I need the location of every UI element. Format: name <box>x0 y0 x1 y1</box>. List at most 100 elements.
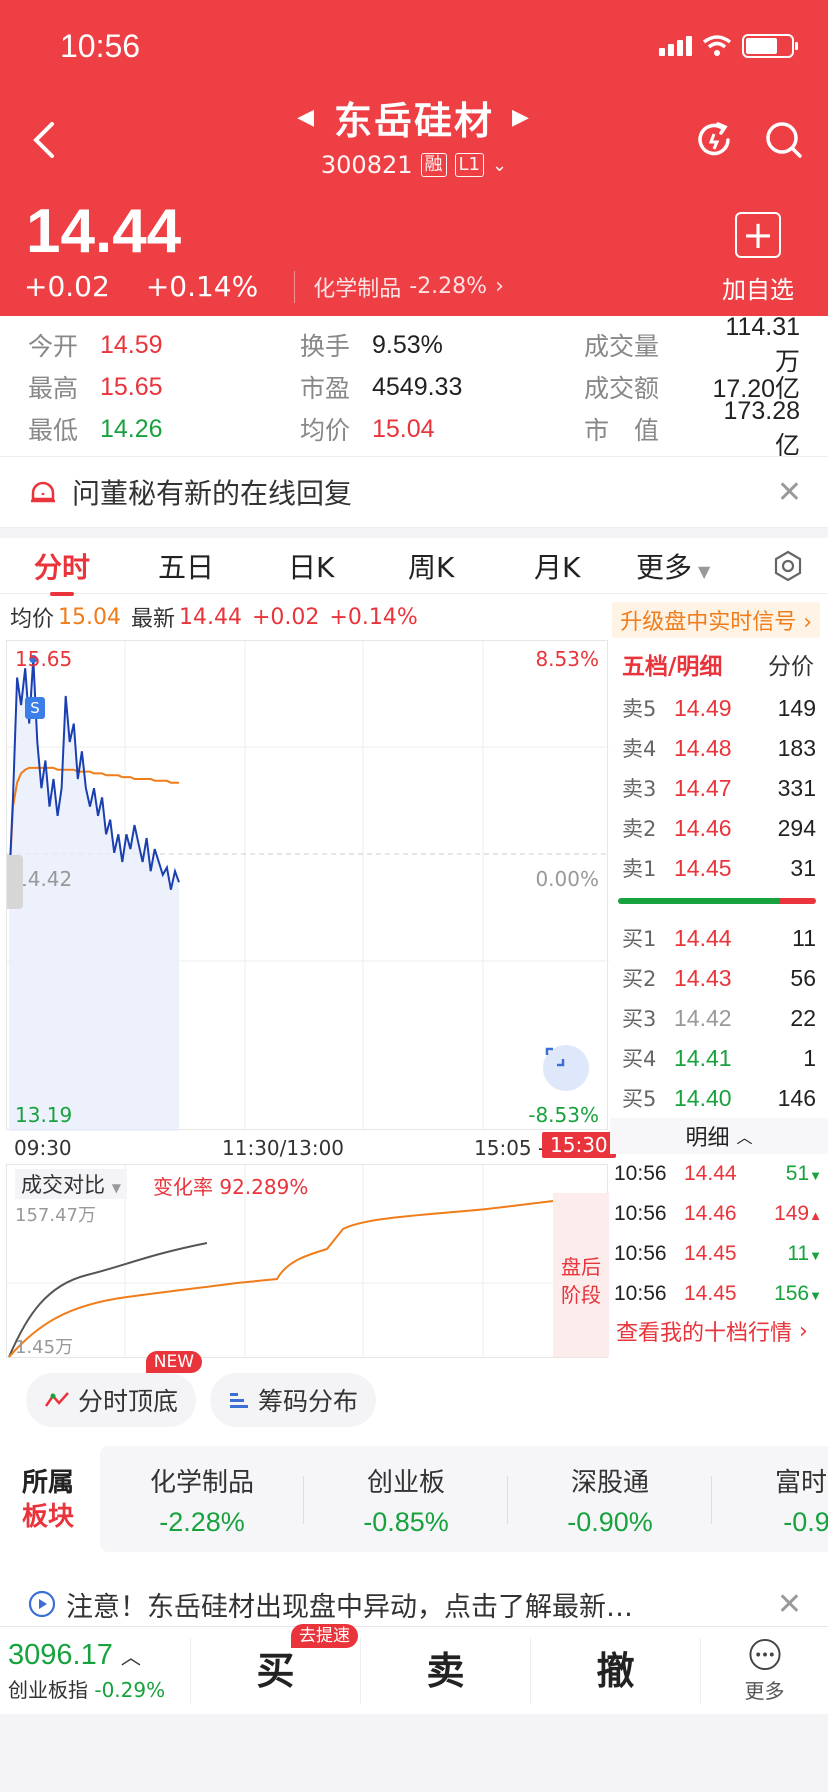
tick-qty: 156▼ <box>760 1282 822 1306</box>
tab-weekly-k[interactable]: 周K <box>408 546 454 586</box>
status-icons <box>659 34 798 58</box>
tick-qty-value: 51 <box>785 1162 810 1185</box>
industry-link[interactable]: 化学制品 -2.28% › <box>294 270 504 303</box>
bid-level-row[interactable]: 买1 14.44 11 <box>610 918 828 958</box>
change-row: +0.02 +0.14% 化学制品 -2.28% › <box>24 270 504 303</box>
expand-icon[interactable] <box>543 1045 589 1091</box>
sector-pct: -0.85% <box>363 1507 449 1537</box>
index-value: 3096.17 <box>8 1638 113 1671</box>
tab-more-label: 更多 <box>636 551 693 584</box>
play-icon <box>28 1590 56 1618</box>
stat-label: 成交额 <box>584 374 660 403</box>
chevron-down-icon[interactable]: ⌄ <box>492 155 507 176</box>
book-tab-five-level[interactable]: 五档/明细 <box>622 647 722 681</box>
volume-selector[interactable]: 成交对比 ▼ <box>15 1169 127 1199</box>
book-tab-price[interactable]: 分价 <box>768 647 814 681</box>
signal-marker[interactable]: S <box>25 697 45 719</box>
industry-pct: -2.28% <box>409 274 488 299</box>
stock-title[interactable]: ◀ 东岳硅材 ▶ <box>297 90 531 145</box>
anomaly-notice[interactable]: 注意！东岳硅材出现盘中异动，点击了解最新… ✕ <box>0 1576 828 1632</box>
index-ticker[interactable]: 3096.17 ︿ 创业板指 -0.29% <box>0 1639 190 1703</box>
sector-item[interactable]: 富时罗 -0.93 <box>712 1446 828 1552</box>
close-icon[interactable]: ✕ <box>777 475 802 510</box>
tab-monthly-k[interactable]: 月K <box>534 546 580 586</box>
chevron-right-icon: › <box>495 274 504 299</box>
level-label: 卖4 <box>622 737 657 761</box>
level-label: 买3 <box>622 1007 657 1031</box>
intraday-top-bottom-button[interactable]: 分时顶底 NEW <box>26 1351 203 1427</box>
tools-row: 分时顶底 NEW 筹码分布 <box>0 1351 828 1440</box>
settings-icon[interactable] <box>772 550 804 582</box>
secretary-reply-notice[interactable]: 问董秘有新的在线回复 ✕ <box>0 456 828 528</box>
ask-level-row[interactable]: 卖3 14.47 331 <box>610 768 828 808</box>
arrow-down-icon: ▼ <box>809 1288 822 1303</box>
tab-more[interactable]: 更多 ▼ <box>636 546 710 586</box>
upgrade-signal-button[interactable]: 升级盘中实时信号 › <box>612 602 820 638</box>
stock-code-row[interactable]: 300821 融 L1 ⌄ <box>321 151 507 179</box>
level-price: 14.47 <box>674 774 732 801</box>
speed-badge: 去提速 <box>291 1623 358 1648</box>
arrow-down-icon: ▼ <box>809 1168 822 1183</box>
bid-level-row[interactable]: 买5 14.40 146 <box>610 1078 828 1118</box>
trade-tick-row: 10:56 14.45 11▼ <box>610 1234 828 1274</box>
tab-five-day[interactable]: 五日 <box>158 546 214 586</box>
last-label: 最新 <box>131 607 176 632</box>
upgrade-label: 升级盘中实时信号 <box>620 610 797 635</box>
sector-name: 创业板 <box>366 1468 445 1498</box>
tab-daily-k[interactable]: 日K <box>288 546 334 586</box>
sector-list: 化学制品 -2.28% 创业板 -0.85% 深股通 -0.90% 富时罗 -0.93 <box>100 1446 828 1552</box>
sector-item[interactable]: 创业板 -0.85% <box>304 1446 508 1552</box>
sell-button[interactable]: 卖 <box>360 1637 530 1704</box>
buy-sell-ratio-bar <box>618 898 816 904</box>
sector-item[interactable]: 深股通 -0.90% <box>508 1446 712 1552</box>
stats-panel[interactable]: 今开 14.59 换手 9.53% 成交量 114.31万 最高 15.65 市… <box>0 313 828 460</box>
bell-icon <box>31 481 55 503</box>
bid-level-row[interactable]: 买4 14.41 1 <box>610 1038 828 1078</box>
level-qty: 22 <box>790 1004 816 1031</box>
arrow-down-icon: ▼ <box>809 1248 822 1263</box>
bid-level-row[interactable]: 买3 14.42 22 <box>610 998 828 1038</box>
sector-name: 深股通 <box>570 1468 649 1498</box>
cancel-order-button[interactable]: 撤 <box>530 1637 700 1704</box>
close-icon[interactable]: ✕ <box>777 1587 802 1622</box>
stock-code: 300821 <box>320 151 413 179</box>
ask-level-row[interactable]: 卖1 14.45 31 <box>610 848 828 888</box>
bid-level-row[interactable]: 买2 14.43 56 <box>610 958 828 998</box>
trade-tick-row: 10:56 14.46 149▲ <box>610 1194 828 1234</box>
stat-turnover: 9.53% <box>372 330 443 359</box>
sector-name: 富时罗 <box>774 1468 828 1498</box>
tick-time: 10:56 <box>614 1242 667 1265</box>
notice-text: 问董秘有新的在线回复 <box>72 477 353 510</box>
level-price: 14.45 <box>674 854 732 881</box>
buy-button[interactable]: 买 去提速 <box>190 1623 360 1704</box>
more-button[interactable]: 更多 <box>700 1637 828 1704</box>
add-favorite-label: 加自选 <box>722 276 794 304</box>
avg-label: 均价 <box>10 607 55 632</box>
industry-name: 化学制品 <box>313 276 402 302</box>
tick-time: 10:56 <box>614 1202 667 1225</box>
detail-header[interactable]: 明细 ︿ <box>610 1118 828 1154</box>
ask-level-row[interactable]: 卖4 14.48 183 <box>610 728 828 768</box>
tick-qty-value: 11 <box>787 1242 810 1265</box>
stock-name: 东岳硅材 <box>333 99 494 143</box>
prev-stock-icon[interactable]: ◀ <box>297 105 316 130</box>
tab-intraday[interactable]: 分时 <box>34 546 90 596</box>
refresh-icon[interactable] <box>692 118 736 162</box>
see-ten-levels-link[interactable]: 查看我的十档行情 › <box>610 1314 828 1348</box>
intraday-chart[interactable]: 15.65 14.42 13.19 8.53% 0.00% -8.53% S <box>6 640 609 1131</box>
search-icon[interactable] <box>762 118 806 162</box>
y-max-label: 15.65 <box>15 647 73 671</box>
volume-compare-chart[interactable]: 成交对比 ▼ 变化率 92.289% 157.47万 1.45万 盘后阶段 <box>6 1164 609 1359</box>
ask-level-row[interactable]: 卖5 14.49 149 <box>610 688 828 728</box>
next-stock-icon[interactable]: ▶ <box>512 105 531 130</box>
sector-item[interactable]: 化学制品 -2.28% <box>100 1446 304 1552</box>
pct-mid-label: 0.00% <box>535 867 599 891</box>
chip-distribution-button[interactable]: 筹码分布 <box>210 1373 377 1427</box>
trade-bar: 3096.17 ︿ 创业板指 -0.29% 买 去提速 卖 撤 更多 <box>0 1623 828 1714</box>
price-area-fill <box>9 659 179 1131</box>
status-time: 10:56 <box>60 28 141 64</box>
add-favorite-button[interactable]: + 加自选 <box>722 212 794 305</box>
stock-header: 10:56 ◀ 东岳硅材 ▶ 300821 融 L1 ⌄ 14.44 +0.02… <box>0 0 828 316</box>
side-handle[interactable] <box>7 855 23 909</box>
ask-level-row[interactable]: 卖2 14.46 294 <box>610 808 828 848</box>
